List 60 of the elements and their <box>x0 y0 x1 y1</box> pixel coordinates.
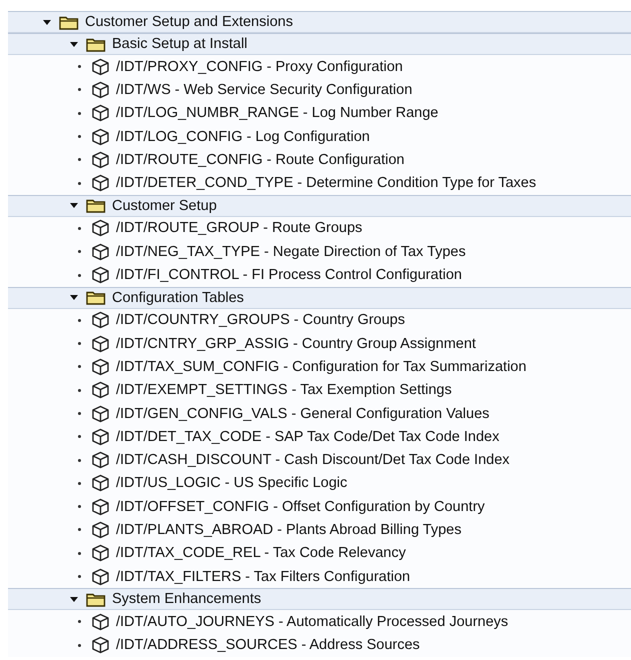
bullet-icon <box>78 226 81 230</box>
cube-icon <box>91 451 110 470</box>
folder-label[interactable]: Basic Setup at Install <box>112 36 248 52</box>
cube-icon <box>91 474 110 492</box>
bullet-icon <box>78 112 81 115</box>
bullet-icon <box>78 552 81 555</box>
collapse-arrow-icon[interactable] <box>43 20 51 24</box>
bullet-icon <box>78 575 81 578</box>
cube-icon <box>91 334 110 353</box>
cube-icon <box>91 80 110 99</box>
bullet-icon <box>78 158 81 162</box>
cube-icon <box>91 636 110 654</box>
cube-icon <box>91 311 110 330</box>
bullet-icon <box>78 644 81 647</box>
bullet-icon <box>78 388 81 392</box>
cube-icon <box>91 381 110 400</box>
bullet-icon <box>78 528 81 532</box>
bullet-icon <box>78 250 81 254</box>
cube-icon <box>91 544 110 562</box>
bullet-icon <box>78 88 81 92</box>
cube-icon <box>91 104 110 122</box>
collapse-arrow-icon[interactable] <box>70 596 78 602</box>
collapse-arrow-icon[interactable] <box>70 295 78 300</box>
bullet-icon <box>78 365 81 368</box>
folder-icon <box>86 198 106 214</box>
bullet-icon <box>78 505 81 508</box>
cube-icon <box>91 150 110 169</box>
cube-icon <box>91 498 110 516</box>
folder-icon <box>59 14 79 30</box>
collapse-arrow-icon[interactable] <box>70 203 78 208</box>
cube-icon <box>91 568 110 586</box>
bullet-icon <box>78 435 81 438</box>
collapse-arrow-icon[interactable] <box>70 42 78 46</box>
cube-icon <box>91 520 110 539</box>
cube-icon <box>91 358 110 376</box>
cube-icon <box>91 219 110 238</box>
cube-icon <box>91 174 110 192</box>
folder-label[interactable]: System Enhancements <box>112 591 262 608</box>
bullet-icon <box>78 342 81 346</box>
bullet-icon <box>78 318 81 322</box>
folder-icon <box>86 592 106 607</box>
bullet-icon <box>78 135 81 138</box>
cube-icon <box>91 242 110 261</box>
folder-label[interactable]: Configuration Tables <box>112 290 244 306</box>
bullet-icon <box>78 182 81 185</box>
bullet-icon <box>78 65 81 68</box>
cube-icon <box>91 266 110 284</box>
folder-label[interactable]: Customer Setup <box>112 198 217 214</box>
cube-icon <box>91 404 110 422</box>
cube-icon <box>91 612 110 631</box>
cube-icon <box>91 58 110 76</box>
folder-icon <box>86 290 106 306</box>
folder-icon <box>86 36 106 52</box>
bullet-icon <box>78 274 81 277</box>
bullet-icon <box>78 620 81 624</box>
cube-icon <box>91 428 110 446</box>
cube-icon <box>91 128 110 146</box>
bullet-icon <box>78 458 81 462</box>
bullet-icon <box>78 482 81 485</box>
bullet-icon <box>78 412 81 415</box>
